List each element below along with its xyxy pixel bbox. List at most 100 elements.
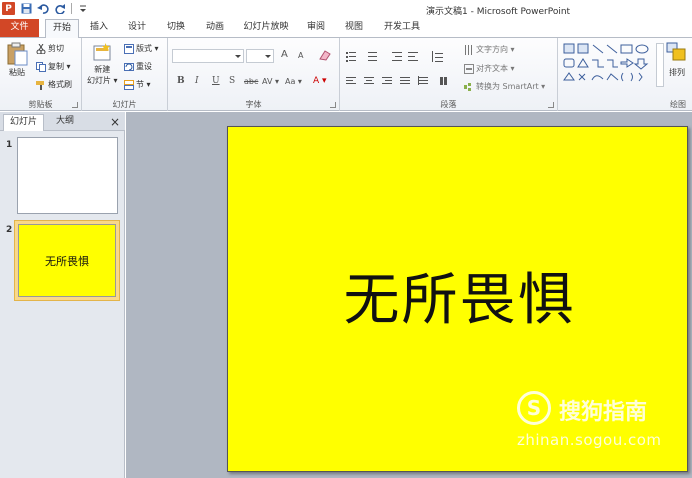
paste-button[interactable]: 粘贴 <box>6 42 28 78</box>
slide-thumbnail-2-selection[interactable]: 无所畏惧 <box>14 220 120 301</box>
save-icon[interactable] <box>20 2 32 15</box>
pane-tab-bar: 幻灯片 大纲 × <box>0 112 125 131</box>
alignment-icons[interactable] <box>346 76 456 87</box>
customize-qat-icon[interactable] <box>77 2 89 15</box>
section-icon <box>124 79 134 90</box>
close-icon[interactable]: × <box>110 115 120 129</box>
change-case-button[interactable]: Aa ▾ <box>285 77 302 86</box>
tab-review[interactable]: 审阅 <box>300 19 332 37</box>
italic-button[interactable]: I <box>195 76 199 86</box>
new-slide-label-2: 幻灯片 ▾ <box>87 76 118 85</box>
paragraph-group-label: 段落 <box>440 100 457 109</box>
window-title: 演示文稿1 - Microsoft PowerPoint <box>426 7 571 17</box>
font-launcher-icon[interactable] <box>330 102 336 108</box>
tab-slides-pane[interactable]: 幻灯片 <box>3 114 45 131</box>
section-label: 节 ▾ <box>136 80 151 89</box>
smartart-icon <box>464 82 471 91</box>
font-color-button[interactable]: A ▾ <box>313 76 327 86</box>
underline-button[interactable]: U <box>212 76 220 86</box>
watermark-url: zhinan.sogou.com <box>517 431 662 449</box>
convert-smartart-button[interactable]: 转换为 SmartArt ▾ <box>464 81 545 92</box>
slide-number-1: 1 <box>6 140 13 150</box>
ribbon: 粘贴 剪切 复制 ▾ 格式刷 剪贴板 新建 幻灯片 ▾ 版式 ▾ 重设 节 ▾ … <box>0 37 692 111</box>
slides-group-label: 幻灯片 <box>112 100 137 109</box>
font-size-combo[interactable] <box>246 49 274 63</box>
arrange-label: 排列 <box>669 68 685 77</box>
char-spacing-button[interactable]: AV ▾ <box>262 77 279 86</box>
slide-number-2: 2 <box>6 225 13 235</box>
tab-transitions[interactable]: 切换 <box>160 19 192 37</box>
tab-outline-pane[interactable]: 大纲 <box>50 114 80 131</box>
format-painter-icon <box>36 80 44 90</box>
tab-file[interactable]: 文件 <box>0 19 39 37</box>
title-bar: P 演示文稿1 - Microsoft PowerPoint <box>0 0 692 19</box>
strikethrough-button[interactable]: abc <box>244 77 258 86</box>
slides-group: 新建 幻灯片 ▾ 版式 ▾ 重设 节 ▾ 幻灯片 <box>82 38 168 111</box>
shadow-button[interactable]: S <box>229 76 235 86</box>
tab-animations[interactable]: 动画 <box>198 19 232 37</box>
new-slide-button[interactable]: 新建 幻灯片 ▾ <box>87 42 118 86</box>
slide-thumbnail-1[interactable] <box>17 137 118 214</box>
layout-icon <box>124 43 134 54</box>
new-slide-label-1: 新建 <box>94 65 111 74</box>
format-painter-button[interactable]: 格式刷 <box>36 79 72 90</box>
text-direction-button[interactable]: 文字方向 ▾ <box>464 44 515 55</box>
reset-icon <box>124 62 134 71</box>
quick-access-toolbar: P <box>2 2 89 15</box>
clear-format-icon[interactable] <box>319 49 331 61</box>
copy-button[interactable]: 复制 ▾ <box>36 61 71 72</box>
tab-design[interactable]: 设计 <box>121 19 153 37</box>
chevron-down-icon <box>265 55 271 58</box>
qat-separator <box>71 3 72 14</box>
copy-label: 复制 ▾ <box>48 62 71 71</box>
watermark-name: 搜狗指南 <box>559 400 648 425</box>
drawing-group: 排列 绘图 <box>558 38 692 111</box>
copy-icon <box>36 61 46 72</box>
layout-label: 版式 ▾ <box>136 44 159 53</box>
powerpoint-logo-icon[interactable]: P <box>2 2 15 15</box>
align-text-label: 对齐文本 ▾ <box>476 64 515 73</box>
shrink-font-button[interactable]: A <box>298 51 303 60</box>
reset-button[interactable]: 重设 <box>124 61 152 72</box>
paragraph-launcher-icon[interactable] <box>548 102 554 108</box>
shapes-gallery-scroll[interactable] <box>656 43 664 87</box>
font-name-combo[interactable] <box>172 49 244 63</box>
shapes-gallery-icon[interactable] <box>563 43 655 87</box>
sogou-logo-icon: S <box>517 391 551 425</box>
undo-icon[interactable] <box>37 2 49 15</box>
paste-icon <box>7 42 28 66</box>
tab-insert[interactable]: 插入 <box>84 19 114 37</box>
redo-icon[interactable] <box>54 2 66 15</box>
convert-smartart-label: 转换为 SmartArt ▾ <box>476 82 546 91</box>
cut-label: 剪切 <box>48 44 64 53</box>
arrange-icon <box>666 42 686 61</box>
clipboard-group: 粘贴 剪切 复制 ▾ 格式刷 剪贴板 <box>0 38 82 111</box>
text-direction-label: 文字方向 ▾ <box>476 45 515 54</box>
font-group-label: 字体 <box>245 100 262 109</box>
clipboard-group-label: 剪贴板 <box>28 100 53 109</box>
list-indent-icons[interactable] <box>346 51 456 63</box>
clipboard-launcher-icon[interactable] <box>72 102 78 108</box>
cut-button[interactable]: 剪切 <box>36 43 64 54</box>
ribbon-tab-bar: 文件 开始 插入 设计 切换 动画 幻灯片放映 审阅 视图 开发工具 <box>0 19 692 38</box>
reset-label: 重设 <box>136 62 152 71</box>
slide-title-text[interactable]: 无所畏惧 <box>344 255 576 336</box>
align-text-button[interactable]: 对齐文本 ▾ <box>464 63 515 74</box>
section-button[interactable]: 节 ▾ <box>124 79 151 90</box>
font-group: A A B I U S abc AV ▾ Aa ▾ A ▾ 字体 <box>168 38 340 111</box>
tab-view[interactable]: 视图 <box>338 19 370 37</box>
grow-font-button[interactable]: A <box>281 49 288 60</box>
arrange-button[interactable]: 排列 <box>666 42 688 78</box>
slide-thumbnail-2[interactable]: 无所畏惧 <box>18 224 116 297</box>
align-text-icon <box>464 63 474 74</box>
bold-button[interactable]: B <box>177 76 185 86</box>
layout-button[interactable]: 版式 ▾ <box>124 43 159 54</box>
tab-home[interactable]: 开始 <box>45 19 79 38</box>
scissors-icon <box>36 43 46 54</box>
paste-label: 粘贴 <box>9 68 25 77</box>
tab-slideshow[interactable]: 幻灯片放映 <box>238 19 294 37</box>
format-painter-label: 格式刷 <box>48 80 72 89</box>
tab-developer[interactable]: 开发工具 <box>378 19 426 37</box>
new-slide-icon <box>93 43 111 61</box>
slides-pane: 幻灯片 大纲 × 1 2 无所畏惧 <box>0 112 125 478</box>
